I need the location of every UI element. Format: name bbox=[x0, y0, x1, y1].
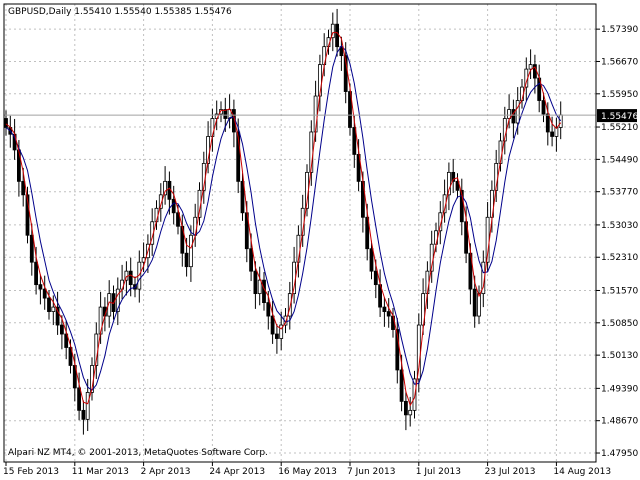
candle-down bbox=[403, 400, 408, 416]
candle-up bbox=[85, 392, 90, 420]
candle-up bbox=[257, 279, 262, 295]
candle-down bbox=[335, 23, 340, 48]
y-tick-label: 1.55950 bbox=[601, 90, 638, 100]
candle-down bbox=[34, 261, 38, 286]
y-tick-label: 1.57390 bbox=[601, 25, 638, 35]
y-tick-label: 1.50850 bbox=[601, 319, 638, 329]
candle-down bbox=[382, 306, 387, 312]
y-tick-label: 1.53030 bbox=[601, 221, 638, 231]
x-tick-label: 24 Apr 2013 bbox=[209, 467, 265, 477]
candle-down bbox=[274, 333, 279, 339]
candle-down bbox=[369, 248, 374, 272]
candle-down bbox=[77, 387, 81, 411]
candle-down bbox=[399, 369, 404, 402]
x-tick-label: 11 Mar 2013 bbox=[72, 467, 129, 477]
candle-up bbox=[515, 100, 520, 124]
candle-down bbox=[266, 302, 271, 317]
y-tick-label: 1.48670 bbox=[601, 417, 638, 427]
x-tick-label: 1 Jul 2013 bbox=[416, 467, 461, 477]
candle-down bbox=[184, 252, 189, 268]
candle-down bbox=[373, 270, 378, 286]
candle-down bbox=[472, 288, 477, 317]
candle-down bbox=[270, 315, 275, 335]
x-tick-label: 15 Feb 2013 bbox=[3, 467, 59, 477]
candle-down bbox=[541, 100, 546, 115]
x-tick-label: 7 Jun 2013 bbox=[347, 467, 395, 477]
candle-down bbox=[81, 409, 86, 420]
copyright-text: Alpari NZ MT4, © 2001-2013, MetaQuotes S… bbox=[8, 448, 268, 458]
y-tick-label: 1.54490 bbox=[601, 155, 638, 165]
candle-down bbox=[42, 288, 47, 299]
x-tick-label: 2 Apr 2013 bbox=[141, 467, 191, 477]
candle-down bbox=[550, 131, 554, 137]
candle-down bbox=[249, 248, 254, 272]
y-tick-label: 1.47950 bbox=[601, 449, 638, 459]
candle-down bbox=[262, 279, 266, 303]
candle-up bbox=[408, 409, 413, 416]
candle-down bbox=[253, 270, 258, 295]
y-tick-label: 1.50130 bbox=[601, 351, 638, 361]
y-tick-label: 1.52310 bbox=[601, 253, 638, 263]
candle-down bbox=[545, 113, 550, 133]
candle-down bbox=[47, 297, 51, 312]
y-tick-label: 1.56670 bbox=[601, 57, 638, 67]
y-tick-label: 1.49390 bbox=[601, 384, 638, 394]
candle-up bbox=[51, 306, 56, 312]
x-tick-label: 16 May 2013 bbox=[278, 467, 337, 477]
current-price-tag: 1.55476 bbox=[597, 109, 638, 123]
candle-up bbox=[188, 234, 193, 268]
candle-down bbox=[240, 180, 245, 214]
x-tick-label: 23 Jul 2013 bbox=[485, 467, 536, 477]
y-tick-label: 1.53770 bbox=[601, 188, 638, 198]
symbol-header: GBPUSD,Daily 1.55410 1.55540 1.55385 1.5… bbox=[8, 7, 232, 17]
y-tick-label: 1.51570 bbox=[601, 286, 638, 296]
candle-down bbox=[29, 234, 34, 263]
candle-down bbox=[38, 284, 43, 290]
candle-up bbox=[528, 64, 533, 70]
candle-down bbox=[386, 311, 391, 317]
candle-down bbox=[21, 180, 26, 196]
candle-down bbox=[60, 324, 64, 335]
candle-down bbox=[171, 198, 176, 214]
candle-up bbox=[558, 114, 563, 128]
candle-down bbox=[4, 118, 8, 128]
x-tick-label: 14 Aug 2013 bbox=[553, 467, 611, 477]
y-tick-label: 1.55210 bbox=[601, 123, 638, 133]
chart-area: 1.57390 1.56670 1.55950 1.55210 1.54490 1.537… bbox=[0, 0, 640, 480]
candle-down bbox=[128, 270, 133, 286]
price-tag-label: 1.55476 bbox=[601, 112, 638, 122]
